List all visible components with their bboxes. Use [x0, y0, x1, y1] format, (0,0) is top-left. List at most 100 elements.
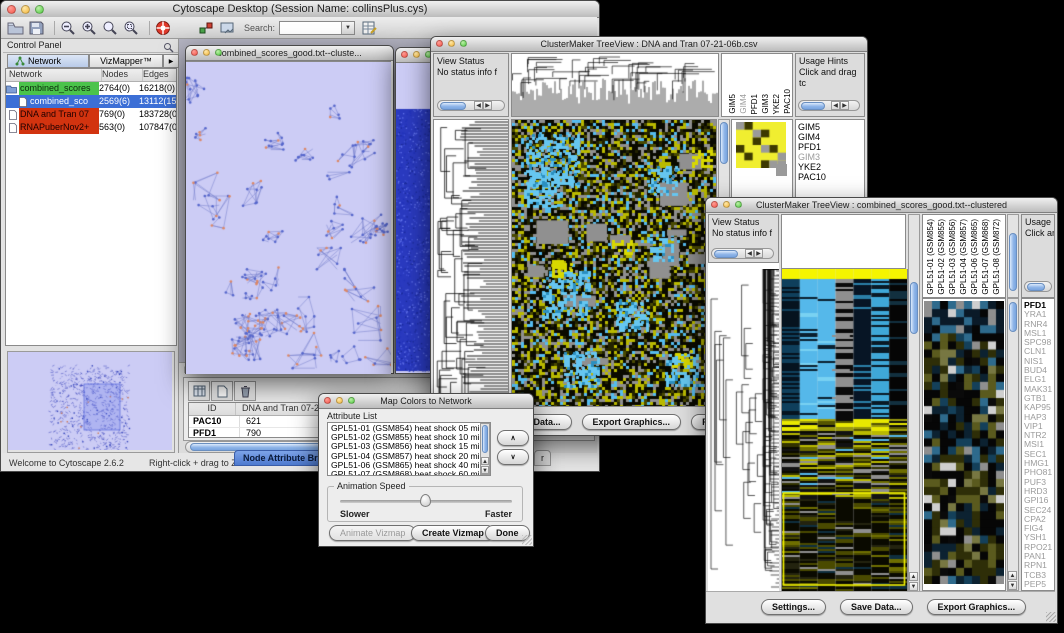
new-attribute-icon[interactable] — [211, 381, 233, 401]
search-combobox[interactable]: ▼ — [279, 21, 355, 35]
minimize-button[interactable] — [21, 5, 30, 14]
create-vizmap-button[interactable]: Create Vizmap — [411, 525, 495, 541]
network-overview-panel[interactable] — [7, 351, 175, 453]
plugin-manager-icon[interactable] — [198, 20, 215, 36]
gene-label[interactable]: SEC24 — [1022, 506, 1054, 515]
tv2-heatmap-vscrollbar[interactable]: ▲ ▼ — [908, 214, 920, 592]
attribute-list-vscrollbar[interactable]: ▲ ▼ — [480, 423, 490, 475]
tv1-column-dendrogram[interactable] — [512, 54, 718, 116]
gene-label[interactable]: GTB1 — [1022, 394, 1054, 403]
move-down-button[interactable]: ∨ — [497, 449, 529, 465]
close-button[interactable] — [191, 49, 198, 56]
gene-label[interactable]: VIP1 — [1022, 422, 1054, 431]
scroll-down-icon[interactable]: ▼ — [909, 582, 918, 591]
column-label[interactable]: PFD1 — [750, 94, 760, 114]
gene-label[interactable]: MAK31 — [1022, 385, 1054, 394]
close-button[interactable] — [401, 51, 408, 58]
gene-label[interactable]: KAP95 — [1022, 403, 1054, 412]
zoom-button[interactable] — [348, 397, 355, 404]
minimize-button[interactable] — [723, 201, 730, 208]
data-column-id[interactable]: ID — [189, 403, 236, 415]
network-row[interactable]: combined_sco2569(6)13112(15) — [6, 95, 176, 108]
column-label[interactable]: GPL51-06 (GSM865) — [970, 219, 980, 295]
gene-label[interactable]: GIM5 — [796, 122, 864, 132]
resize-grip[interactable] — [1046, 612, 1056, 622]
tv2-heatmap-canvas[interactable] — [782, 269, 907, 591]
scroll-down-icon[interactable]: ▼ — [1008, 581, 1017, 590]
gene-label[interactable]: PAC10 — [796, 172, 864, 182]
tv1-usage-scrollbar[interactable]: ◀ ▶ — [798, 100, 860, 111]
minimize-button[interactable] — [448, 40, 455, 47]
gene-label[interactable]: TCB3 — [1022, 571, 1054, 580]
scroll-right-icon[interactable]: ▶ — [483, 101, 492, 110]
main-titlebar[interactable]: Cytoscape Desktop (Session Name: collins… — [1, 1, 599, 18]
zoom-button[interactable] — [735, 201, 742, 208]
gene-label[interactable]: NTR2 — [1022, 431, 1054, 440]
map-dialog-titlebar[interactable]: Map Colors to Network — [319, 394, 533, 409]
attribute-item[interactable]: GPL51-01 (GSM854) heat shock 05 min — [328, 424, 479, 433]
attribute-editor-icon[interactable] — [361, 20, 378, 36]
minimize-button[interactable] — [203, 49, 210, 56]
gene-label[interactable]: ELG1 — [1022, 375, 1054, 384]
resize-grip[interactable] — [522, 535, 532, 545]
tv1-button-export-graphics[interactable]: Export Graphics... — [582, 414, 682, 430]
network-row[interactable]: DNA and Tran 07769(0)183728(0) — [6, 108, 176, 121]
gene-label[interactable]: NIS1 — [1022, 357, 1054, 366]
tv1-row-dendrogram[interactable] — [434, 120, 508, 406]
treeview1-titlebar[interactable]: ClusterMaker TreeView : DNA and Tran 07-… — [431, 37, 867, 52]
treeview2-titlebar[interactable]: ClusterMaker TreeView : combined_scores_… — [706, 198, 1057, 213]
gene-label[interactable]: GPI16 — [1022, 496, 1054, 505]
zoom-fit-icon[interactable] — [102, 20, 119, 36]
column-label[interactable]: GPL51-04 (GSM857) — [959, 219, 969, 295]
attribute-item[interactable]: GPL51-06 (GSM865) heat shock 40 min — [328, 461, 479, 470]
tv2-button-settings[interactable]: Settings... — [761, 599, 826, 615]
gene-label[interactable]: CPA2 — [1022, 515, 1054, 524]
scroll-right-icon[interactable]: ▶ — [840, 101, 849, 110]
tv1-zoom-matrix-canvas[interactable] — [736, 122, 786, 168]
close-button[interactable] — [436, 40, 443, 47]
network-overview-canvas[interactable] — [8, 352, 172, 450]
gene-label[interactable]: FIG4 — [1022, 524, 1054, 533]
gene-label[interactable]: RPO21 — [1022, 543, 1054, 552]
gene-label[interactable]: SEC1 — [1022, 450, 1054, 459]
gene-label[interactable]: MSL1 — [1022, 329, 1054, 338]
zoom-in-icon[interactable] — [81, 20, 98, 36]
network-view-titlebar[interactable]: combined_scores_good.txt--cluste... — [186, 46, 393, 61]
move-up-button[interactable]: ∧ — [497, 430, 529, 446]
gene-label[interactable]: PFD1 — [796, 142, 864, 152]
tv2-usage-scrollbar[interactable] — [1024, 281, 1052, 292]
tv1-status-scrollbar[interactable]: ◀ ▶ — [437, 100, 505, 111]
zoom-out-icon[interactable] — [60, 20, 77, 36]
tv1-heatmap-canvas[interactable] — [512, 120, 716, 406]
attribute-select-icon[interactable] — [188, 381, 210, 401]
zoom-button[interactable] — [215, 49, 222, 56]
search-dropdown-arrow-icon[interactable]: ▼ — [341, 22, 354, 34]
gene-label[interactable]: MSI1 — [1022, 440, 1054, 449]
scroll-left-icon[interactable]: ◀ — [831, 101, 840, 110]
attribute-item[interactable]: GPL51-03 (GSM856) heat shock 15 min — [328, 442, 479, 451]
attribute-item[interactable]: GPL51-07 (GSM868) heat shock 60 min — [328, 470, 479, 476]
tv2-button-save-data[interactable]: Save Data... — [840, 599, 913, 615]
gene-label[interactable]: RNR4 — [1022, 320, 1054, 329]
delete-attribute-trash-icon[interactable] — [234, 381, 256, 401]
close-button[interactable] — [7, 5, 16, 14]
gene-label[interactable]: SPC98 — [1022, 338, 1054, 347]
gene-label[interactable]: RPN1 — [1022, 561, 1054, 570]
gene-label[interactable]: PEP5 — [1022, 580, 1054, 589]
gene-label[interactable]: GIM3 — [796, 152, 864, 162]
zoom-button[interactable] — [460, 40, 467, 47]
scroll-down-icon[interactable]: ▼ — [481, 466, 489, 474]
attribute-item[interactable]: GPL51-02 (GSM855) heat shock 10 min — [328, 433, 479, 442]
gene-label[interactable]: CLN1 — [1022, 347, 1054, 356]
tv2-zoom-vscrollbar[interactable]: ▲ ▼ — [1007, 298, 1019, 591]
tab-network[interactable]: Network — [7, 54, 89, 68]
network-row[interactable]: combined_scores2764(0)16218(0) — [6, 82, 176, 95]
column-label[interactable]: GIM3 — [761, 94, 771, 114]
column-label[interactable]: GIM5 — [728, 94, 738, 114]
scroll-left-icon[interactable]: ◀ — [745, 249, 754, 258]
gene-label[interactable]: PFD1 — [1022, 301, 1054, 310]
gene-label[interactable]: PHO81 — [1022, 468, 1054, 477]
attribute-listbox[interactable]: GPL51-01 (GSM854) heat shock 05 minGPL51… — [327, 422, 491, 476]
tv2-status-scrollbar[interactable]: ◀ ▶ — [711, 248, 774, 259]
gene-label[interactable]: BUD4 — [1022, 366, 1054, 375]
